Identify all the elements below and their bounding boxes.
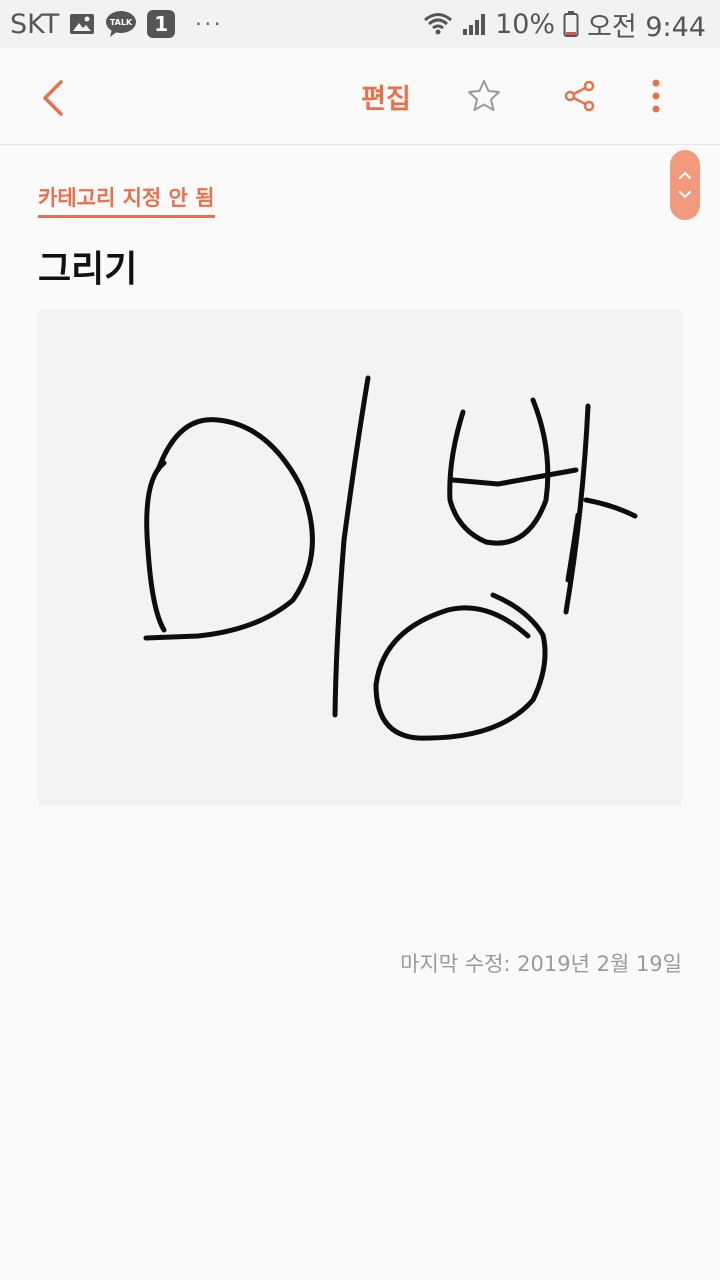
battery-icon xyxy=(563,10,579,38)
back-arrow-icon xyxy=(43,80,63,116)
chevron-up-icon xyxy=(679,171,691,179)
image-icon xyxy=(69,12,95,36)
more-notifications-indicator: ··· xyxy=(195,12,224,36)
chevron-down-icon xyxy=(679,191,691,199)
kakaotalk-label: TALK xyxy=(110,18,133,27)
more-options-button[interactable] xyxy=(634,72,678,120)
status-bar-left: SKT TALK 1 ··· xyxy=(10,6,223,42)
note-toolbar: 편집 xyxy=(0,48,720,145)
star-icon xyxy=(468,80,500,111)
scroll-up-down-button[interactable] xyxy=(670,150,700,220)
more-vertical-icon xyxy=(652,79,660,113)
battery-percent: 10% xyxy=(495,8,556,40)
category-selector[interactable]: 카테고리 지정 안 됨 xyxy=(38,182,215,218)
handwriting-strokes xyxy=(143,375,638,741)
share-icon xyxy=(564,80,595,112)
edit-button[interactable]: 편집 xyxy=(344,72,428,120)
handwriting-drawing[interactable] xyxy=(38,310,682,806)
last-modified-date: 마지막 수정: 2019년 2월 19일 xyxy=(400,952,682,976)
clock: 오전 9:44 xyxy=(587,11,706,43)
back-button[interactable] xyxy=(28,72,80,124)
share-button[interactable] xyxy=(556,72,604,120)
status-bar: SKT TALK 1 ··· 10% 오전 9:44 xyxy=(0,0,720,48)
kakaotalk-icon: TALK xyxy=(105,10,137,38)
status-bar-right: 10% 오전 9:44 xyxy=(423,6,706,43)
carrier-label: SKT xyxy=(10,8,60,40)
note-title: 그리기 xyxy=(38,249,138,290)
favorite-button[interactable] xyxy=(460,72,508,120)
signal-icon xyxy=(461,11,487,37)
notification-count-badge: 1 xyxy=(147,10,176,38)
wifi-icon xyxy=(423,11,453,37)
